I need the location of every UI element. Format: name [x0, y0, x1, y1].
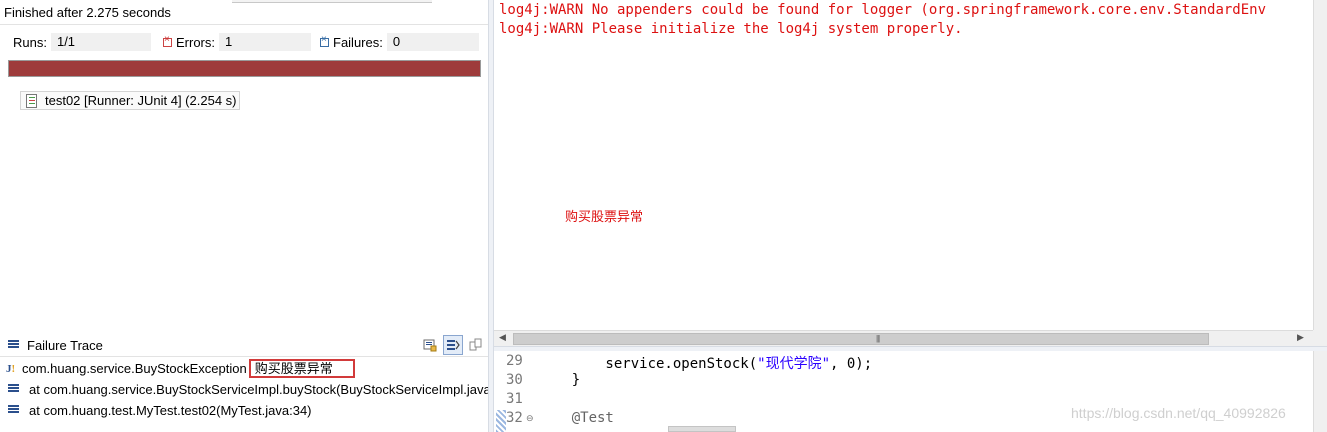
line-number: 32: [506, 410, 523, 426]
trace-frame-text: at com.huang.service.BuyStockServiceImpl…: [29, 382, 488, 397]
divider: [0, 24, 488, 25]
console-line: log4j:WARN Please initialize the log4j s…: [499, 21, 963, 37]
change-marker: [496, 410, 506, 432]
copy-trace-icon[interactable]: [466, 335, 486, 355]
scroll-corner: [1313, 330, 1327, 346]
compare-result-icon[interactable]: [420, 335, 440, 355]
failures-label: Failures:: [333, 34, 383, 50]
console-horizontal-scrollbar[interactable]: ◀ ||| ▶: [494, 330, 1313, 346]
trace-frame-row[interactable]: at com.huang.test.MyTest.test02(MyTest.j…: [8, 401, 312, 420]
code-line: service.openStock("现代学院", 0);: [538, 356, 873, 372]
failure-trace-title: Failure Trace: [27, 338, 103, 353]
console-vertical-scrollbar[interactable]: [1313, 0, 1327, 330]
exception-class: com.huang.service.BuyStockException: [22, 361, 247, 376]
error-icon: [163, 34, 172, 47]
test-tree-item-label: test02 [Runner: JUnit 4] (2.254 s): [45, 93, 237, 108]
toolbar-stub: [232, 0, 432, 3]
trace-exception-row[interactable]: J! com.huang.service.BuyStockException 购…: [6, 359, 355, 378]
line-number: 31: [506, 391, 523, 407]
failure-trace-header: Failure Trace: [0, 335, 488, 355]
fold-icon[interactable]: ⊖: [526, 413, 534, 424]
trace-frame-text: at com.huang.test.MyTest.test02(MyTest.j…: [29, 403, 312, 418]
test-counters: Runs: 1/1 Errors: 1 Failures: 0: [8, 32, 482, 52]
junit-view: Finished after 2.275 seconds Runs: 1/1 E…: [0, 0, 488, 432]
runs-value: 1/1: [50, 33, 151, 51]
scroll-left-icon[interactable]: ◀: [499, 332, 506, 343]
watermark: https://blog.csdn.net/qq_40992826: [1071, 405, 1286, 421]
failure-icon: [320, 34, 329, 47]
editor-vertical-scrollbar[interactable]: [1313, 351, 1327, 432]
divider: [0, 356, 488, 357]
line-number: 30: [506, 372, 523, 388]
console-output: 购买股票异常: [565, 209, 644, 224]
test-tree-item[interactable]: test02 [Runner: JUnit 4] (2.254 s): [20, 91, 241, 110]
exception-icon: J!: [6, 362, 16, 375]
code-line: @Test: [571, 410, 614, 426]
runs-label: Runs:: [13, 34, 47, 50]
failures-value: 0: [386, 33, 479, 51]
console-line: log4j:WARN No appenders could be found f…: [499, 2, 1267, 18]
errors-counter: Errors: 1: [163, 32, 311, 52]
filter-stack-icon[interactable]: [443, 335, 463, 355]
stack-trace-icon: [8, 340, 19, 349]
errors-label: Errors:: [176, 34, 215, 50]
exception-message: 购买股票异常: [248, 359, 355, 378]
test-error-icon: [24, 93, 40, 109]
stack-frame-icon: [8, 404, 22, 417]
console-view: log4j:WARN No appenders could be found f…: [494, 0, 1313, 330]
finished-status: Finished after 2.275 seconds: [4, 5, 171, 20]
line-number: 29: [506, 353, 523, 369]
progress-fill: [9, 61, 480, 76]
stack-frame-icon: [8, 383, 22, 396]
code-line: }: [538, 372, 581, 388]
test-progress-bar: [8, 60, 481, 77]
scroll-right-icon[interactable]: ▶: [1297, 332, 1304, 343]
editor-horizontal-scrollbar[interactable]: [668, 426, 736, 432]
trace-frame-row[interactable]: at com.huang.service.BuyStockServiceImpl…: [8, 380, 488, 399]
failures-counter: Failures: 0: [320, 32, 479, 52]
runs-counter: Runs: 1/1: [13, 32, 151, 52]
scrollbar-thumb[interactable]: |||: [513, 333, 1209, 345]
errors-value: 1: [219, 33, 311, 51]
